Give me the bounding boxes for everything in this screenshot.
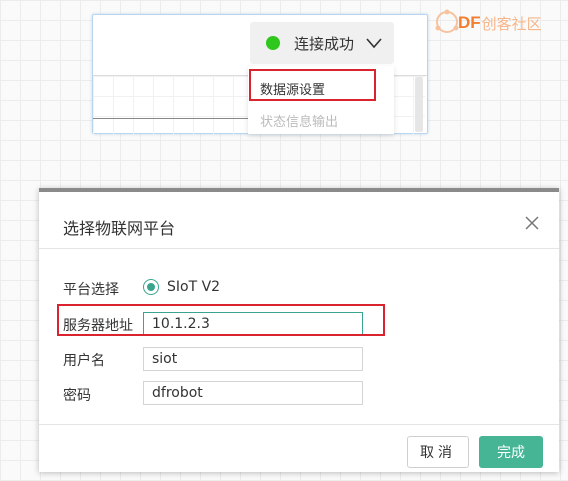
menu-item-status-output: 状态信息输出	[260, 115, 339, 130]
logo-community-text: 创客社区	[481, 14, 542, 33]
connection-status-button[interactable]: 连接成功	[250, 22, 394, 64]
logo-mark-icon	[435, 9, 459, 33]
close-icon[interactable]	[525, 216, 539, 230]
widget-scrollbar[interactable]	[415, 77, 423, 132]
platform-label: 平台选择	[63, 282, 119, 298]
brand-logo: DF 创客社区	[430, 6, 568, 40]
username-label: 用户名	[63, 353, 105, 369]
platform-option-label[interactable]: SIoT V2	[167, 279, 220, 295]
dialog-title: 选择物联网平台	[63, 219, 176, 238]
username-input[interactable]	[143, 347, 363, 371]
password-input[interactable]	[143, 381, 363, 405]
cancel-button[interactable]: 取消	[407, 436, 469, 468]
logo-brand-text: DF	[458, 13, 481, 32]
done-button[interactable]: 完成	[479, 436, 543, 468]
chevron-down-icon	[366, 38, 382, 49]
highlight-box-server	[57, 304, 385, 336]
dialog-footer-divider	[39, 424, 559, 425]
password-label: 密码	[63, 388, 91, 404]
dialog-header-divider	[39, 248, 559, 249]
platform-radio-siot[interactable]	[143, 279, 159, 295]
highlight-box-menu	[249, 69, 376, 101]
status-indicator-dot	[266, 36, 280, 50]
connection-status-label: 连接成功	[294, 34, 355, 53]
